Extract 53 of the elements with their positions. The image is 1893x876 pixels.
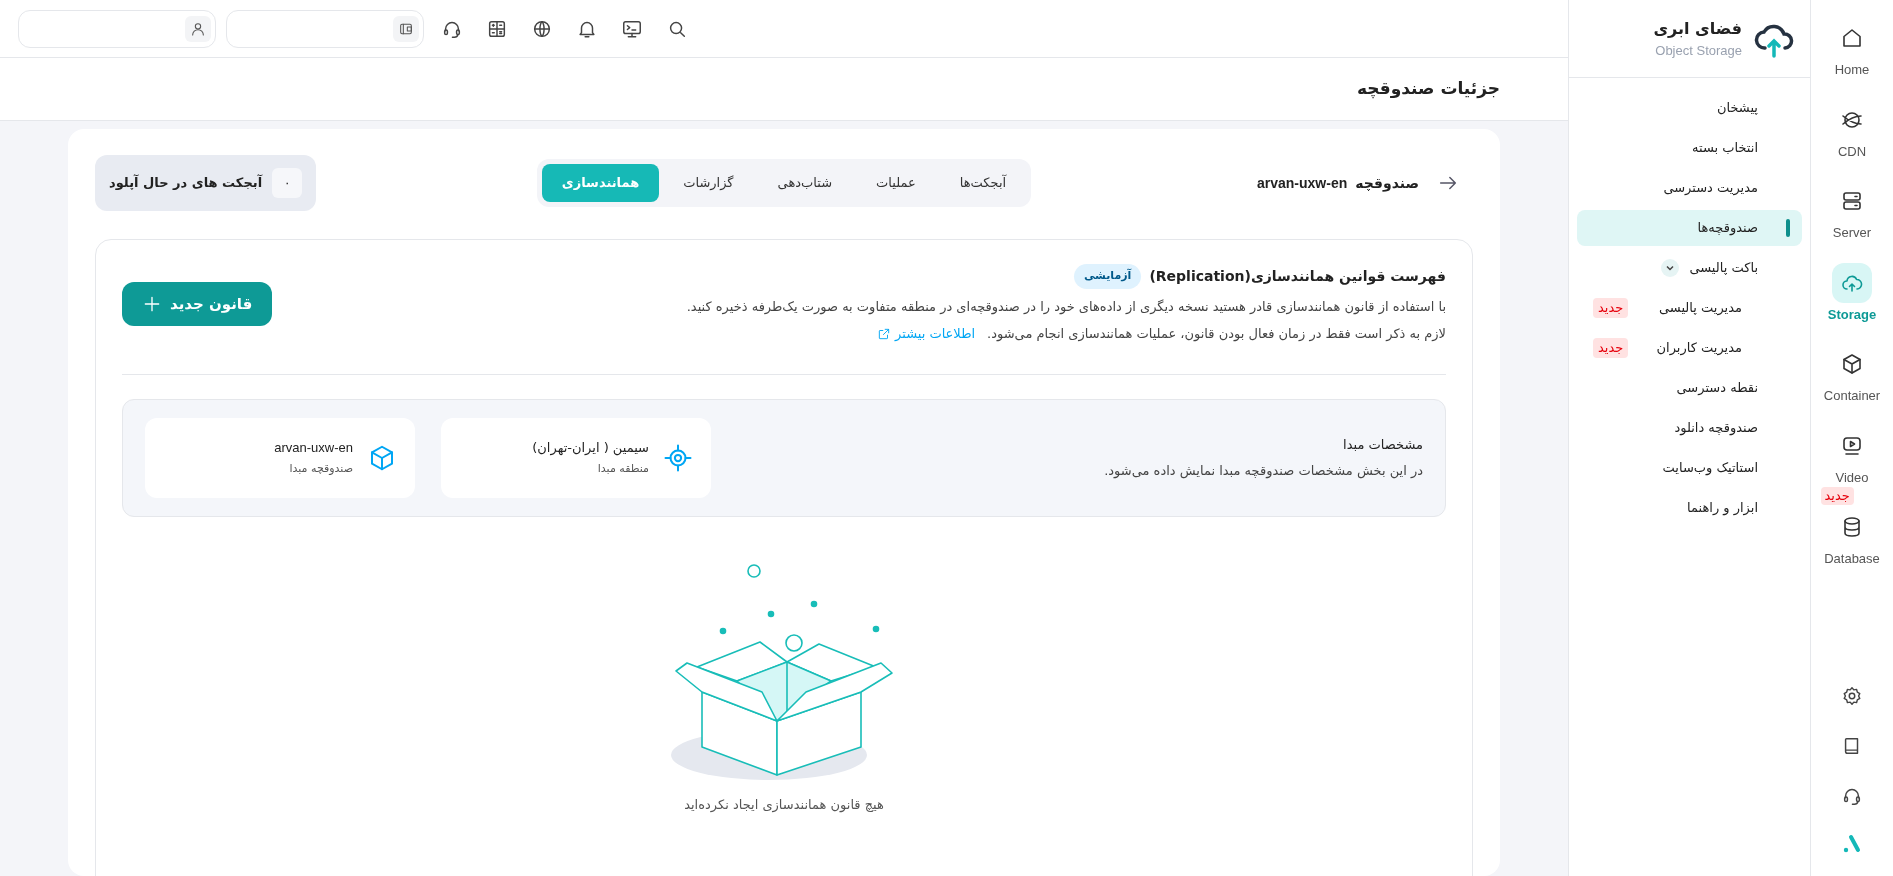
info-label: صندوقچه مبدا — [288, 461, 353, 477]
info-label: منطقه مبدا — [596, 461, 649, 477]
sidebar-item[interactable]: ابزار و راهنما — [1577, 490, 1802, 526]
rail-label[interactable]: Database — [1824, 549, 1880, 569]
note-text: لازم به ذکر است فقط در زمان فعال بودن قانون، عملیات همانندسازی انجام می‌شود. — [987, 325, 1446, 344]
sidebar-item[interactable]: صندوقچه‌ها — [1577, 210, 1802, 246]
origin-title: مشخصات مبدا — [1342, 436, 1423, 454]
rail-label[interactable]: Server — [1832, 223, 1872, 243]
sidebar-item[interactable]: مدیریت پالیسی جدید — [1577, 290, 1802, 326]
upload-label: آبجکت های در حال آپلود — [109, 173, 263, 193]
tab[interactable]: آبجکت‌ها — [939, 164, 1027, 202]
server-icon — [1840, 189, 1864, 213]
sidebar-item[interactable]: مدیریت کاربران جدید — [1577, 330, 1802, 366]
rail-label[interactable]: Container — [1823, 386, 1881, 406]
info-value: arvan-uxw-en — [274, 438, 353, 457]
info-value: سیمین ( ایران-تهران) — [532, 438, 649, 457]
target-icon — [663, 442, 693, 473]
sidebar-subtitle: Object Storage — [1654, 41, 1742, 60]
rail-label[interactable]: CDN — [1837, 141, 1867, 161]
experimental-badge: آزمایشی — [1073, 264, 1142, 289]
page-title: جزئیات صندوقچه — [1357, 77, 1500, 101]
expand-chevron-icon[interactable] — [1661, 259, 1680, 277]
sidebar-item[interactable]: صندوقچه دانلود — [1577, 410, 1802, 446]
description-text: با استفاده از قانون همانندسازی قادر هستید نسخه دیگری از داده‌های خود را در صندوقچه‌ای در منطقه متفاوت به صورت یک‌طرفه ذخیره کنید. — [686, 297, 1446, 316]
sidebar-title: فضای ابری — [1653, 17, 1742, 40]
sidebar-item[interactable]: استاتیک وب‌سایت — [1577, 450, 1802, 486]
external-link-icon — [877, 326, 892, 341]
cube-icon — [1840, 352, 1864, 376]
home-icon — [1840, 26, 1864, 50]
sidebar-item[interactable]: نقطه دسترسی — [1577, 370, 1802, 406]
settings-icon[interactable] — [1841, 685, 1863, 707]
new-badge: جدید — [1593, 338, 1629, 358]
sidebar-item[interactable]: پیشخان — [1577, 90, 1802, 126]
tab[interactable]: عملیات — [856, 164, 936, 202]
rail-label[interactable]: Home — [1834, 60, 1870, 80]
wallet-field[interactable] — [226, 9, 424, 48]
new-badge: جدید — [1820, 487, 1854, 505]
upload-count: ۰ — [272, 168, 303, 198]
empty-state-message: هیچ قانون همانندسازی ایجاد نکرده‌اید — [684, 795, 884, 814]
user-icon — [190, 20, 206, 37]
user-field[interactable] — [18, 9, 216, 48]
rail-label[interactable]: Video — [1835, 467, 1869, 487]
sidebar-item[interactable]: مدیریت دسترسی — [1577, 170, 1802, 206]
section-title: فهرست قوانین همانندسازی(Replication) — [1149, 266, 1446, 287]
sidebar-item[interactable]: انتخاب بسته — [1577, 130, 1802, 166]
new-badge: جدید — [1593, 298, 1629, 318]
tab[interactable]: گزارشات — [663, 164, 754, 202]
bucket-label: صندوقچه — [1355, 173, 1419, 194]
bucket-name: arvan-uxw-en — [1256, 173, 1348, 193]
active-indicator — [1786, 219, 1790, 237]
origin-description: در این بخش مشخصات صندوقچه مبدا نمایش داده می‌شود. — [1104, 461, 1423, 480]
tab[interactable]: شتاب‌دهی — [757, 164, 853, 202]
sidebar-item[interactable]: باکت پالیسی — [1577, 250, 1802, 286]
